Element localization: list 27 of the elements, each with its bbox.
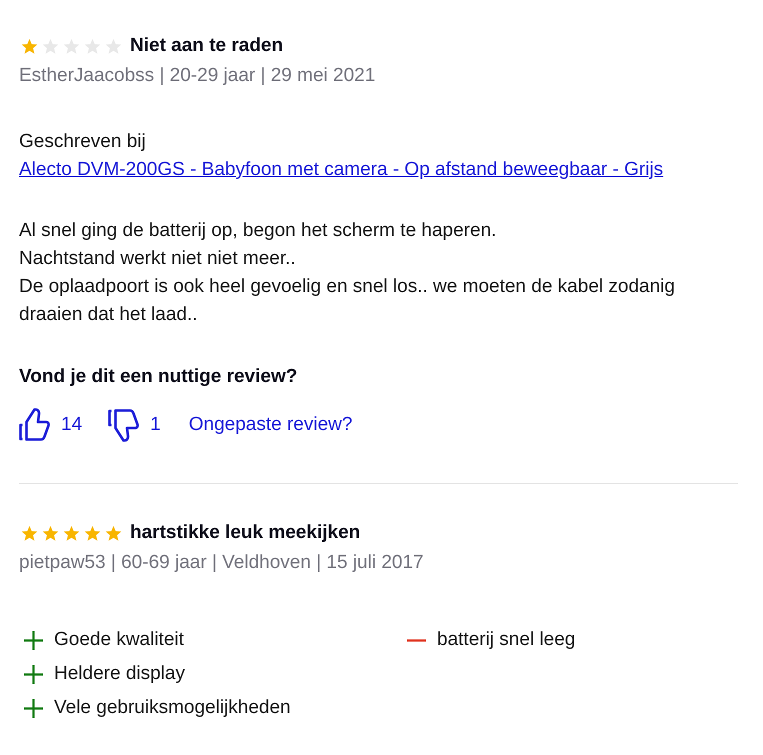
review-title: Niet aan te raden xyxy=(130,34,284,58)
review-text: Al snel ging de batterij op, begon het scherm te haperen. Nachtstand werkt niet niet meer.. De oplaadpoort is ook heel gevoelig en snel los.. we moeten de kabel zodanig draaien dat het laad.. xyxy=(19,219,676,327)
product-link[interactable]: Alecto DVM-200GS - Babyfoon met camera - Op afstand beweegbaar - Grijs xyxy=(19,159,664,180)
plus-icon xyxy=(24,630,43,650)
con-text: batterij snel leeg xyxy=(437,628,576,652)
star-icon xyxy=(105,524,122,542)
star-icon xyxy=(84,524,101,542)
review-title: hartstikke leuk meekijken xyxy=(130,521,360,545)
star-icon xyxy=(21,524,38,542)
plus-icon xyxy=(24,664,43,684)
review-meta: EstherJaacobss | 20-29 jaar | 29 mei 2021 xyxy=(19,64,376,88)
thumbs-down-button[interactable]: 1 xyxy=(108,408,161,442)
star-icon xyxy=(63,524,80,542)
thumbs-up-button[interactable]: 14 xyxy=(19,408,82,442)
report-link[interactable]: Ongepaste review? xyxy=(188,414,352,436)
plus-icon xyxy=(24,698,43,718)
helpful-question: Vond je dit een nuttige review? xyxy=(19,365,298,389)
review-meta: pietpaw53 | 60-69 jaar | Veldhoven | 15 juli 2017 xyxy=(19,551,425,575)
thumbs-down-icon xyxy=(108,408,140,442)
pro-text: Vele gebruiksmogelijkheden xyxy=(54,696,291,720)
star-icon xyxy=(42,524,59,542)
written-for-label: Geschreven bij xyxy=(19,131,146,152)
minus-icon xyxy=(407,638,426,642)
thumbs-up-icon xyxy=(19,408,51,442)
star-icon xyxy=(21,38,38,54)
pro-text: Goede kwaliteit xyxy=(54,628,184,652)
pro-text: Heldere display xyxy=(54,662,185,686)
